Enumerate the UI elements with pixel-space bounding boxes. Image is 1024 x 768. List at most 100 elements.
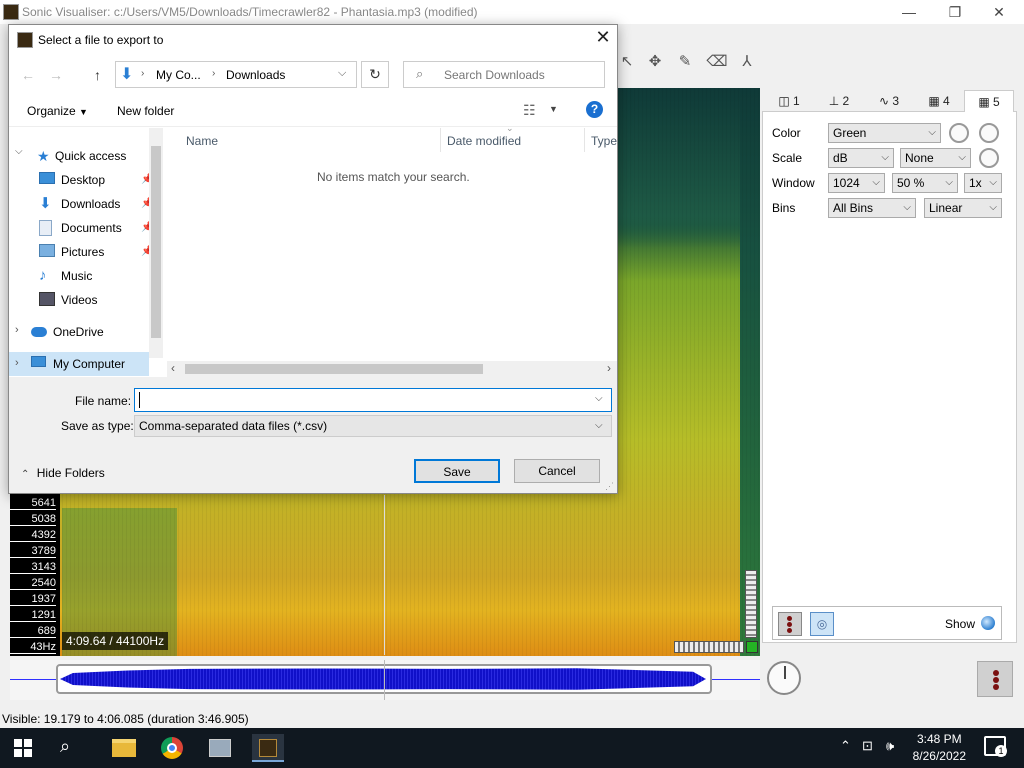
new-folder-button[interactable]: New folder — [117, 104, 174, 118]
nav-documents[interactable]: Documents 📌 — [39, 217, 153, 239]
pane-menu-button[interactable] — [977, 661, 1013, 697]
computer-icon — [31, 356, 46, 367]
resize-grip-icon[interactable]: ⋰ — [605, 481, 614, 492]
gain-knob[interactable] — [979, 148, 999, 168]
nav-downloads[interactable]: ⬇ Downloads 📌 — [39, 193, 153, 215]
chevron-right-icon[interactable]: › — [15, 324, 19, 336]
show-layer-toggle[interactable] — [981, 616, 995, 630]
nav-scrollbar[interactable] — [149, 128, 163, 358]
scrollbar-thumb[interactable] — [151, 146, 161, 338]
scale-select[interactable]: dB ⌵ — [828, 148, 894, 168]
nav-pictures[interactable]: Pictures 📌 — [39, 241, 153, 263]
windows-start-icon[interactable] — [14, 739, 32, 757]
scroll-left-icon[interactable]: ‹ — [171, 361, 175, 375]
sonic-visualiser-icon[interactable] — [252, 734, 284, 762]
minimize-button[interactable]: — — [886, 2, 932, 22]
chrome-icon[interactable] — [156, 734, 188, 762]
oversampling-select[interactable]: 1x ⌵ — [964, 173, 1002, 193]
chevron-up-icon[interactable]: ⌃ — [840, 738, 851, 754]
overview-waveform[interactable] — [10, 660, 760, 700]
file-explorer-icon[interactable] — [108, 734, 140, 762]
horizontal-zoom-thumbwheel[interactable] — [674, 641, 744, 653]
search-icon[interactable]: ⌕ — [60, 736, 70, 757]
nav-my-computer[interactable]: My Computer — [31, 353, 125, 375]
vertical-zoom-thumbwheel[interactable] — [745, 570, 757, 638]
scale-value: dB — [833, 151, 848, 165]
breadcrumb-separator-icon: › — [212, 68, 216, 79]
play-layer-icon[interactable]: ◎ — [810, 612, 834, 636]
save-button[interactable]: Save — [414, 459, 500, 483]
volume-icon[interactable]: 🕪 — [886, 738, 894, 754]
normalization-select[interactable]: None ⌵ — [900, 148, 971, 168]
window-title: Sonic Visualiser: c:/Users/VM5/Downloads… — [22, 5, 478, 19]
column-date-modified[interactable]: Date modified — [447, 134, 521, 148]
color-rotation-knob[interactable] — [949, 123, 969, 143]
save-type-select[interactable]: Comma-separated data files (*.csv) ⌵ — [134, 415, 612, 437]
hide-folders-button[interactable]: ⌃ Hide Folders — [21, 466, 105, 480]
clock[interactable]: 3:48 PM 8/26/2022 — [913, 731, 966, 765]
nav-videos[interactable]: Videos — [39, 289, 97, 311]
close-window-button[interactable]: ✕ — [976, 2, 1022, 22]
chevron-right-icon[interactable]: › — [15, 357, 19, 369]
playback-speed-dial[interactable] — [767, 661, 801, 695]
nav-quick-access[interactable]: ★ Quick access — [37, 145, 126, 167]
nav-onedrive[interactable]: OneDrive — [31, 321, 104, 343]
forward-arrow-icon[interactable]: → — [49, 67, 63, 83]
reset-zoom-button[interactable] — [746, 641, 758, 653]
scroll-right-icon[interactable]: › — [607, 361, 611, 375]
y-tick: 5038 — [10, 512, 56, 526]
measure-icon[interactable]: ⅄ — [736, 52, 758, 72]
scrollbar-thumb[interactable] — [185, 364, 483, 374]
up-arrow-icon[interactable]: ↑ — [94, 67, 101, 83]
window-size-select[interactable]: 1024 ⌵ — [828, 173, 885, 193]
column-name[interactable]: Name — [186, 134, 218, 148]
back-arrow-icon[interactable]: ← — [21, 67, 35, 83]
sonic-visualiser-icon — [3, 4, 19, 20]
chevron-down-icon[interactable]: ⌵ — [595, 393, 603, 404]
threshold-knob[interactable] — [979, 123, 999, 143]
notification-count: 1 — [995, 745, 1007, 757]
refresh-icon[interactable]: ↻ — [361, 61, 389, 88]
file-name-field[interactable]: ⌵ — [134, 388, 612, 412]
tab-layer-1[interactable]: ◫ 1 — [764, 90, 814, 112]
maximize-button[interactable]: ❐ — [932, 2, 978, 22]
tab-layer-2[interactable]: ⊥ 2 — [814, 90, 864, 112]
playhead[interactable] — [384, 495, 385, 655]
tab-layer-4[interactable]: ▦ 4 — [914, 90, 964, 112]
address-bar[interactable]: ⬇ › My Co... › Downloads ⌵ — [115, 61, 357, 88]
view-options-icon[interactable]: ☷ — [523, 102, 536, 119]
file-list[interactable]: Name Date modified ⌄ Type No items match… — [166, 123, 617, 361]
dialog-close-button[interactable]: ✕ — [593, 27, 613, 48]
file-list-scrollbar[interactable]: ‹ › — [167, 361, 617, 377]
nav-label: Documents — [61, 221, 122, 235]
column-type[interactable]: Type — [591, 134, 617, 148]
nav-desktop[interactable]: Desktop 📌 — [39, 169, 153, 191]
network-icon[interactable]: ⊡ — [862, 738, 873, 754]
nav-music[interactable]: ♪ Music — [39, 265, 92, 287]
move-icon[interactable]: ✥ — [644, 52, 666, 72]
tab-layer-3[interactable]: ∿ 3 — [864, 90, 914, 112]
tab-layer-5[interactable]: ▦ 5 — [964, 90, 1014, 112]
layer-color-button[interactable] — [778, 612, 802, 636]
erase-icon[interactable]: ⌫ — [706, 52, 728, 72]
frequency-scale-select[interactable]: Linear ⌵ — [924, 198, 1002, 218]
caret-down-icon[interactable]: ▼ — [549, 104, 558, 114]
search-input[interactable]: Search Downloads — [444, 68, 545, 82]
chevron-down-icon[interactable]: ⌵ — [15, 146, 23, 157]
sonic-visualiser-icon — [17, 32, 33, 48]
notification-icon[interactable]: 1 — [984, 736, 1007, 757]
window-overlap-select[interactable]: 50 % ⌵ — [892, 173, 958, 193]
bins-select[interactable]: All Bins ⌵ — [828, 198, 916, 218]
breadcrumb-my-computer[interactable]: My Co... — [156, 68, 201, 82]
cancel-button[interactable]: Cancel — [514, 459, 600, 483]
organize-button[interactable]: Organize ▼ — [27, 104, 88, 118]
chevron-down-icon[interactable]: ⌵ — [338, 67, 346, 80]
help-icon[interactable]: ? — [586, 101, 603, 118]
breadcrumb-downloads[interactable]: Downloads — [226, 68, 285, 82]
search-box[interactable]: ⌕ Search Downloads — [403, 61, 605, 88]
pencil-icon[interactable]: ✎ — [674, 52, 696, 72]
cursor-icon[interactable]: ↖ — [616, 52, 638, 72]
network-app-icon[interactable] — [204, 734, 236, 762]
chevron-down-icon: ⌵ — [958, 152, 966, 163]
color-select[interactable]: Green ⌵ — [828, 123, 941, 143]
